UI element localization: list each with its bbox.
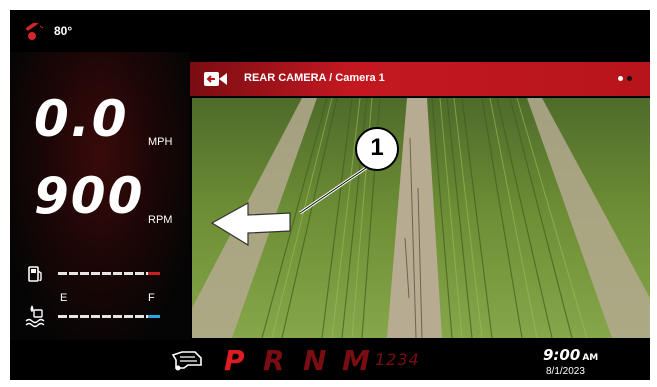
speed-value: 0.0 [34,90,129,148]
gear-neutral: N [303,344,327,377]
manual-gear-numbers: 1234 [375,350,420,369]
clock-time: 9:00 AM [543,346,598,364]
thermometer-icon [26,23,44,40]
clock-date: 8/1/2023 [546,366,585,377]
rpm-value: 900 [34,167,145,225]
clock-ampm: AM [582,353,599,363]
camera-title: REAR CAMERA / Camera 1 [244,72,385,84]
status-bar: 80° [10,10,650,52]
callout-number: 1 [370,134,384,161]
fuel-pump-icon [28,266,42,282]
callout-badge: 1 [355,127,399,171]
camera-page-indicator[interactable] [618,76,640,82]
camera-header: REAR CAMERA / Camera 1 [190,62,650,96]
display-screen: 80° 0.0 900 MPH RPM E F REAR CAMERA / Ca… [10,10,650,380]
clock-hours: 9:00 [543,346,581,364]
gear-reverse: R [263,344,285,377]
temperature-readout: 80° [54,24,73,38]
fuel-level-bar [58,272,148,275]
page-dot[interactable] [627,76,632,81]
def-fluid-icon [25,305,45,328]
def-full-marker [148,315,160,318]
bottom-status-bar: P R N M 1234 9:00 AM 8/1/2023 [10,340,650,380]
def-empty-label: E [60,292,68,304]
def-full-label: F [148,292,155,304]
gauge-panel: 0.0 900 [10,52,190,340]
speed-unit: MPH [148,136,173,148]
rpm-unit: RPM [148,214,173,226]
def-level-bar [58,315,148,318]
transmission-icon [171,351,202,371]
fuel-empty-marker [148,272,160,275]
rear-camera-icon [204,72,227,86]
gear-manual: M [342,344,370,377]
gear-park: P [224,344,245,377]
page-dot-active[interactable] [618,76,623,81]
